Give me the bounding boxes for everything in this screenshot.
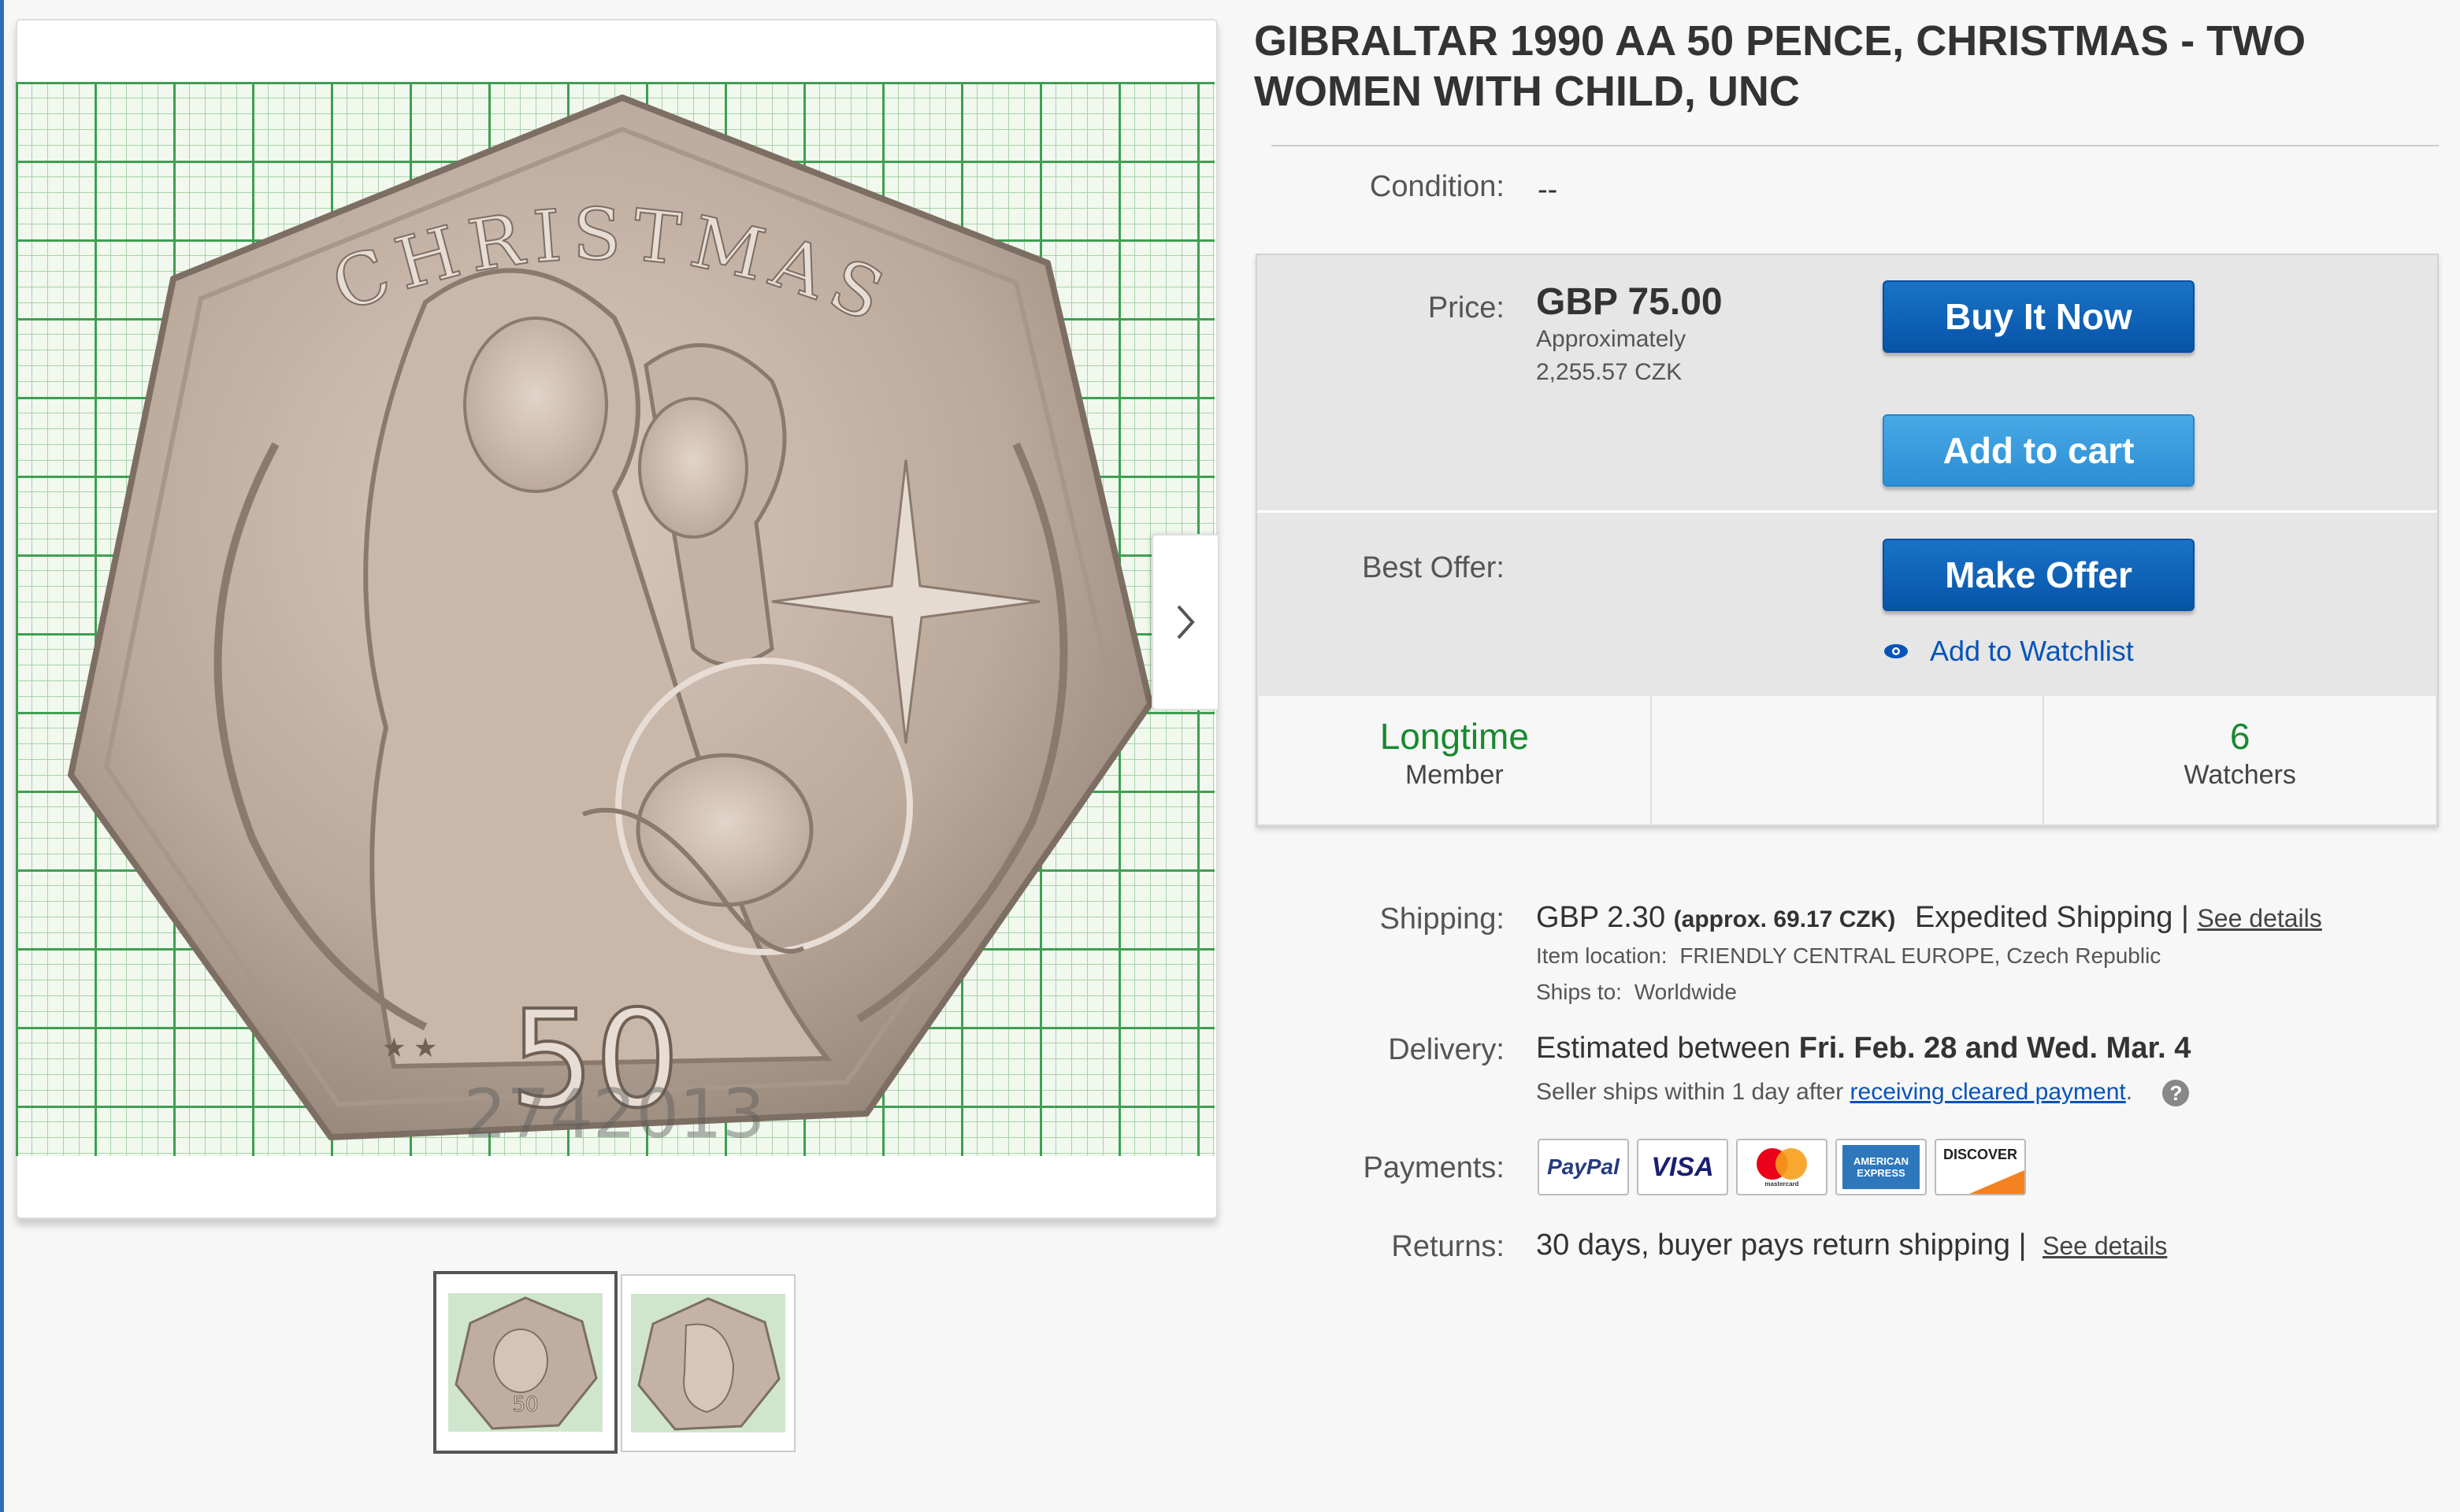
help-icon[interactable]: ? bbox=[2162, 1080, 2190, 1107]
empty-stat bbox=[1649, 696, 2043, 824]
main-coin-image[interactable]: CHRISTMAS 50 ★ ★ 2742013 bbox=[16, 82, 1215, 1156]
paypal-text: PayPal bbox=[1547, 1154, 1620, 1179]
svg-text:★ ★: ★ ★ bbox=[382, 1033, 437, 1063]
item-location-label: Item location: bbox=[1536, 943, 1668, 968]
shipping-approx: (approx. 69.17 CZK) bbox=[1673, 906, 1896, 932]
delivery-note: Seller ships within 1 day after receivin… bbox=[1536, 1079, 2190, 1107]
delivery-estimate: Estimated between Fri. Feb. 28 and Wed. … bbox=[1536, 1032, 2191, 1065]
make-offer-button[interactable]: Make Offer bbox=[1883, 539, 2195, 611]
delivery-dates: Fri. Feb. 28 and Wed. Mar. 4 bbox=[1798, 1032, 2191, 1065]
price-approx-value: 2,255.57 CZK bbox=[1536, 359, 1683, 385]
shipping-separator: | bbox=[2181, 901, 2189, 934]
item-location-value: FRIENDLY CENTRAL EUROPE, Czech Republic bbox=[1679, 943, 2161, 968]
returns-line: 30 days, buyer pays return shipping | Se… bbox=[1536, 1228, 2167, 1262]
buy-it-now-button[interactable]: Buy It Now bbox=[1883, 280, 2195, 353]
delivery-prefix: Estimated between bbox=[1536, 1032, 1791, 1065]
buy-box-divider bbox=[1257, 510, 2437, 513]
mastercard-circles-icon: mastercard bbox=[1757, 1148, 1807, 1188]
item-title: GIBRALTAR 1990 AA 50 PENCE, CHRISTMAS - … bbox=[1254, 17, 2306, 115]
delivery-note-prefix: Seller ships within 1 day after bbox=[1536, 1079, 1844, 1105]
title-divider bbox=[1271, 145, 2439, 146]
amex-text: AMERICAN EXPRESS bbox=[1842, 1145, 1920, 1189]
add-to-watchlist-link[interactable]: Add to Watchlist bbox=[1883, 635, 2134, 668]
shipping-cost: GBP 2.30 bbox=[1536, 901, 1666, 934]
member-stat: Longtime Member bbox=[1259, 696, 1650, 824]
eye-icon bbox=[1884, 644, 1908, 658]
best-offer-label: Best Offer: bbox=[1362, 551, 1505, 584]
returns-separator: | bbox=[2018, 1228, 2027, 1262]
svg-text:50: 50 bbox=[512, 1393, 538, 1417]
returns-value: 30 days, buyer pays return shipping bbox=[1536, 1228, 2011, 1262]
left-edge-bar bbox=[0, 0, 4, 1512]
discover-text: DISCOVER bbox=[1942, 1147, 2018, 1162]
thumbnail-2[interactable] bbox=[621, 1274, 796, 1452]
watchers-count: 6 bbox=[2229, 716, 2250, 757]
image-watermark: 2742013 bbox=[463, 1075, 765, 1154]
condition-label: Condition: bbox=[1369, 170, 1505, 203]
amex-logo: AMERICAN EXPRESS bbox=[1835, 1139, 1927, 1195]
add-to-cart-button[interactable]: Add to cart bbox=[1883, 414, 2195, 487]
payments-label: Payments: bbox=[1363, 1151, 1505, 1184]
cleared-payment-link[interactable]: receiving cleared payment bbox=[1850, 1079, 2126, 1105]
delivery-note-suffix: . bbox=[2125, 1079, 2133, 1105]
price-label: Price: bbox=[1427, 291, 1505, 324]
watchlist-label: Add to Watchlist bbox=[1930, 635, 2134, 667]
mastercard-logo: mastercard bbox=[1736, 1139, 1827, 1195]
seller-stats-bar: Longtime Member 6 Watchers bbox=[1259, 696, 2436, 824]
member-stat-sub: Member bbox=[1404, 760, 1504, 790]
ships-to-label: Ships to: bbox=[1536, 980, 1622, 1004]
paypal-logo: PayPal bbox=[1538, 1139, 1629, 1195]
coin-obverse-thumbnail bbox=[631, 1294, 785, 1432]
delivery-label: Delivery: bbox=[1388, 1033, 1505, 1066]
shipping-see-details-link[interactable]: See details bbox=[2197, 904, 2321, 932]
returns-label: Returns: bbox=[1391, 1230, 1505, 1263]
mastercard-text: mastercard bbox=[1764, 1180, 1798, 1188]
returns-see-details-link[interactable]: See details bbox=[2043, 1232, 2167, 1260]
condition-value: -- bbox=[1538, 173, 1558, 206]
watchers-label: Watchers bbox=[2184, 760, 2296, 790]
ships-to-line: Ships to: Worldwide bbox=[1536, 980, 1737, 1005]
thumbnail-1[interactable]: 50 bbox=[433, 1271, 618, 1454]
shipping-label: Shipping: bbox=[1379, 902, 1505, 936]
ships-to-value: Worldwide bbox=[1634, 980, 1737, 1004]
price-approx-label: Approximately bbox=[1536, 326, 1686, 352]
discover-logo: DISCOVER bbox=[1935, 1139, 2026, 1195]
payment-methods: PayPal VISA mastercard AMERICAN EXPRESS … bbox=[1538, 1139, 2026, 1195]
visa-text: VISA bbox=[1651, 1151, 1714, 1182]
item-location-line: Item location: FRIENDLY CENTRAL EUROPE, … bbox=[1536, 943, 2161, 969]
visa-logo: VISA bbox=[1637, 1139, 1728, 1195]
shipping-line: GBP 2.30 (approx. 69.17 CZK) Expedited S… bbox=[1536, 901, 2322, 935]
price-value: GBP 75.00 bbox=[1536, 281, 1723, 323]
shipping-service: Expedited Shipping bbox=[1914, 901, 2173, 934]
chevron-right-icon bbox=[1177, 605, 1195, 639]
coin-reverse-thumbnail: 50 bbox=[448, 1293, 603, 1432]
watchers-stat: 6 Watchers bbox=[2043, 696, 2436, 824]
member-stat-title: Longtime bbox=[1379, 716, 1529, 757]
